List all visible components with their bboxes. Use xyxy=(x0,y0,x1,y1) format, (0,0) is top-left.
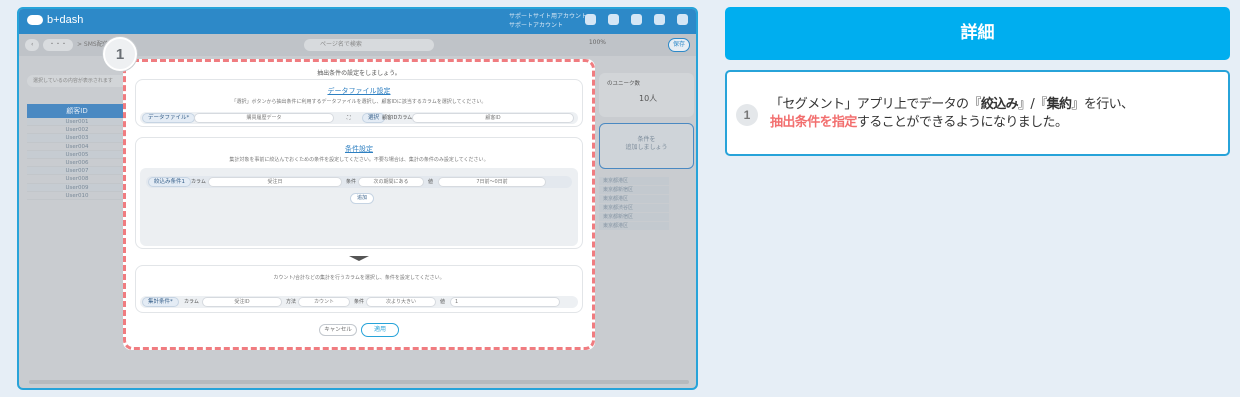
id-col-label: 顧客IDカラム xyxy=(382,115,413,121)
step-badge: 1 xyxy=(103,37,137,71)
bell-icon[interactable] xyxy=(585,14,596,25)
text-pre: 「セグメント」アプリ上でデータの『 xyxy=(770,97,981,112)
dialog-title: 抽出条件の設定をしましょう。 xyxy=(317,70,401,77)
text-mid2: 』を行い、 xyxy=(1071,97,1134,112)
grid-icon[interactable] xyxy=(631,14,642,25)
logout-icon[interactable] xyxy=(677,14,688,25)
column-header: 顧客ID xyxy=(27,104,127,118)
condition-area: 絞込み条件1 カラム 受注日 条件 次の期間にある 値 7日前〜0日前 追加 xyxy=(140,168,578,246)
filter-column-select[interactable]: 受注日 xyxy=(208,177,342,187)
text-bold-filter: 絞込み xyxy=(980,97,1019,112)
method-label: 方法 xyxy=(286,299,297,305)
file-row: データファイル* 購買履歴データ ⛶ 選択 顧客IDカラム 顧客ID xyxy=(140,112,578,124)
agg-column-label: カラム xyxy=(184,299,199,305)
cloud-logo-icon xyxy=(27,15,43,25)
detail-card: 1 「セグメント」アプリ上でデータの『絞込み』/『集約』を行い、抽出条件を指定す… xyxy=(725,70,1230,156)
detail-heading: 詳細 xyxy=(725,7,1230,60)
data-file-section: データファイル設定 「選択」ボタンから抽出条件に利用するデータファイルを選択し、… xyxy=(135,79,583,127)
save-button[interactable]: 保存 xyxy=(668,38,690,52)
list-item: 東京都港区 xyxy=(599,177,669,185)
aggregate-section: カウント/合計などの集計を行うカラムを選択し、条件を設定してください。 集計条件… xyxy=(135,265,583,313)
back-button[interactable]: ‹ xyxy=(25,39,39,51)
table-row[interactable]: User006 xyxy=(27,159,127,168)
text-highlight: 抽出条件を指定 xyxy=(770,115,857,130)
detail-description: 「セグメント」アプリ上でデータの『絞込み』/『集約』を行い、抽出条件を指定するこ… xyxy=(770,96,1210,132)
add-condition-button[interactable]: 追加 xyxy=(350,193,374,204)
horizontal-scrollbar[interactable] xyxy=(29,380,689,384)
screenshot-frame: b+dash サポートサイト用アカウント サポートアカウント ‹ ・・・ > S… xyxy=(17,7,698,390)
table-row[interactable]: User005 xyxy=(27,150,127,159)
card-value: 10人 xyxy=(639,94,658,103)
wrench-icon[interactable] xyxy=(608,14,619,25)
list-item: 東京都渋谷区 xyxy=(599,204,669,212)
item-number: 1 xyxy=(736,104,758,126)
agg-section-desc: カウント/合計などの集計を行うカラムを選択し、条件を設定してください。 xyxy=(273,275,445,281)
agg-label: 集計条件* xyxy=(142,297,179,307)
list-item: 東京都港区 xyxy=(599,195,669,203)
filter-hint: 選択しているの内容が表示されます xyxy=(27,75,127,87)
add-condition-card[interactable]: 条件を 追加しましょう xyxy=(599,123,694,169)
list-item: 東京都新宿区 xyxy=(599,213,669,221)
table-row[interactable]: User003 xyxy=(27,134,127,143)
account-line1: サポートサイト用アカウント xyxy=(509,13,588,20)
zoom-level[interactable]: 100% xyxy=(589,39,606,46)
table-row[interactable]: User010 xyxy=(27,192,127,200)
logo-text: b+dash xyxy=(47,14,84,26)
table-body: User001 User002 User003 User004 User005 User0… xyxy=(27,118,127,200)
table-row[interactable]: User002 xyxy=(27,126,127,135)
table-row[interactable]: User001 xyxy=(27,118,127,127)
account-line2: サポートアカウント xyxy=(509,22,564,29)
value-label: 値 xyxy=(428,179,434,185)
agg-value-input[interactable]: 1 xyxy=(450,297,560,307)
file-section-title: データファイル設定 xyxy=(327,87,391,95)
arrow-down-icon xyxy=(349,256,369,261)
table-row[interactable]: User007 xyxy=(27,167,127,176)
extraction-dialog: 抽出条件の設定をしましょう。 データファイル設定 「選択」ボタンから抽出条件に利… xyxy=(123,59,595,350)
address-list: 東京都港区 東京都新宿区 東京都港区 東京都渋谷区 東京都新宿区 東京都港区 xyxy=(599,177,694,230)
cancel-button[interactable]: キャンセル xyxy=(319,324,357,336)
right-panel: のユニーク数 10人 条件を 追加しましょう 東京都港区 東京都新宿区 東京都港区東… xyxy=(599,73,694,231)
table-row[interactable]: User008 xyxy=(27,175,127,184)
header-icons xyxy=(585,14,688,25)
filter-row: 絞込み条件1 カラム 受注日 条件 次の期間にある 値 7日前〜0日前 xyxy=(146,176,572,188)
text-post: することができるようになりました。 xyxy=(856,115,1068,130)
filter-condition-select[interactable]: 次の期間にある xyxy=(358,177,424,187)
list-item: 東京都港区 xyxy=(599,222,669,230)
megaphone-icon[interactable] xyxy=(654,14,665,25)
file-label: データファイル* xyxy=(142,113,196,123)
unique-count-card: のユニーク数 10人 xyxy=(599,73,694,117)
account-info[interactable]: サポートサイト用アカウント サポートアカウント xyxy=(509,12,587,30)
column-label: カラム xyxy=(191,179,206,185)
agg-column-select[interactable]: 受注ID xyxy=(202,297,282,307)
page-search-input[interactable]: ページ名で検索 xyxy=(304,39,434,51)
more-button[interactable]: ・・・ xyxy=(43,39,74,51)
expand-icon[interactable]: ⛶ xyxy=(347,114,351,122)
agg-row: 集計条件* カラム 受注ID 方法 カウント 条件 次より大きい 値 1 xyxy=(140,296,578,308)
table-row[interactable]: User009 xyxy=(27,183,127,192)
app-logo: b+dash xyxy=(27,14,83,26)
file-input[interactable]: 購買履歴データ xyxy=(194,113,334,123)
cond-section-desc: 集計対象を事前に絞込んでおくための条件を設定してください。不要な場合は、集計の条… xyxy=(229,157,489,163)
filter-label: 絞込み条件1 xyxy=(148,177,191,187)
agg-condition-select[interactable]: 次より大きい xyxy=(366,297,436,307)
filter-value-input[interactable]: 7日前〜0日前 xyxy=(438,177,546,187)
agg-value-label: 値 xyxy=(440,299,446,305)
text-bold-aggregate: 集約 xyxy=(1046,97,1072,112)
id-col-select[interactable]: 顧客ID xyxy=(412,113,574,123)
table-row[interactable]: User004 xyxy=(27,143,127,151)
text-mid1: 』/『 xyxy=(1018,97,1047,112)
file-section-desc: 「選択」ボタンから抽出条件に利用するデータファイルを選択し、顧客IDに該当するカ… xyxy=(231,99,487,105)
customer-table: 顧客ID User001 User002 User003 User004 User005… xyxy=(27,104,127,200)
card-title: のユニーク数 xyxy=(607,81,641,87)
list-item: 東京都新宿区 xyxy=(599,186,669,194)
card2-line1: 条件を xyxy=(637,136,656,143)
card2-line2: 追加しましょう xyxy=(625,144,668,151)
condition-section: 条件設定 集計対象を事前に絞込んでおくための条件を設定してください。不要な場合は… xyxy=(135,137,583,249)
apply-button[interactable]: 適用 xyxy=(361,323,399,337)
cond-section-title: 条件設定 xyxy=(345,145,373,153)
app-header: b+dash サポートサイト用アカウント サポートアカウント xyxy=(19,9,696,34)
agg-method-select[interactable]: カウント xyxy=(298,297,350,307)
cond-label: 条件 xyxy=(346,179,357,185)
agg-cond-label: 条件 xyxy=(354,299,365,305)
